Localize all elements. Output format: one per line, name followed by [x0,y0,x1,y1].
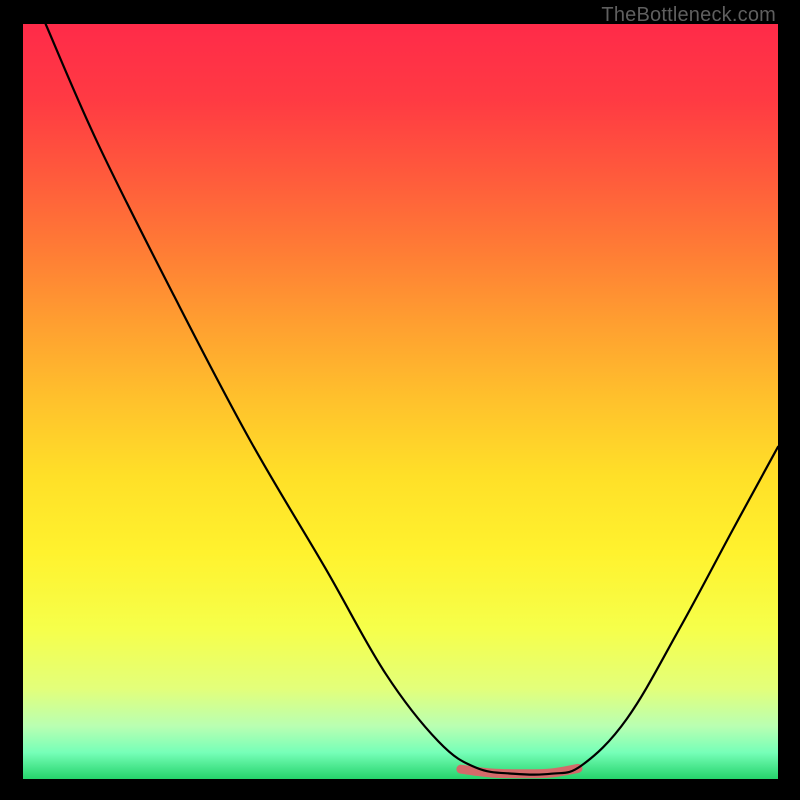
chart-frame: TheBottleneck.com [0,0,800,800]
plot-area [23,24,778,779]
watermark-text: TheBottleneck.com [601,4,776,27]
background-gradient [23,24,778,779]
